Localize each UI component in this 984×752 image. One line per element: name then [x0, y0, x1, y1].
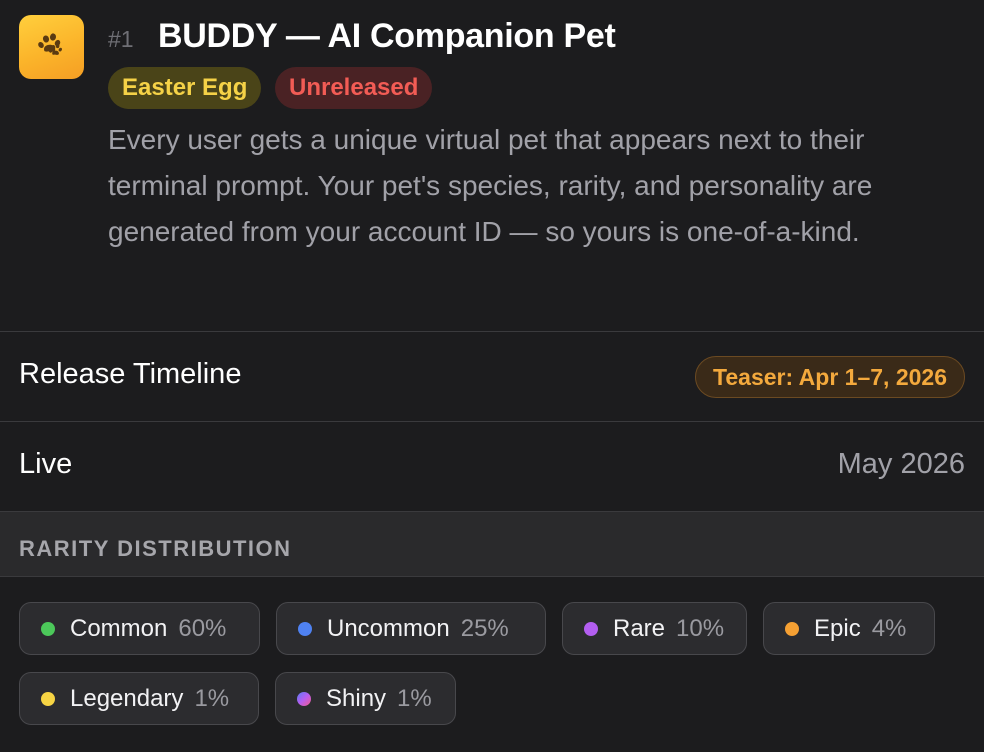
rarity-name: Rare — [613, 614, 666, 642]
rarity-name: Shiny — [326, 684, 387, 712]
rarity-percent: 25% — [460, 614, 509, 642]
app-icon — [19, 15, 84, 79]
teaser-date-badge: Teaser: Apr 1–7, 2026 — [695, 356, 965, 398]
release-timeline-label: Release Timeline — [19, 358, 242, 390]
rarity-chip-shiny: Shiny 1% — [275, 672, 456, 725]
shiny-dot-icon — [297, 691, 311, 706]
rare-dot-icon — [584, 621, 598, 636]
rarity-percent: 1% — [194, 684, 230, 712]
feature-rank: #1 — [108, 26, 134, 52]
unreleased-badge: Unreleased — [275, 67, 433, 109]
common-dot-icon — [41, 621, 55, 636]
feature-title: BUDDY — AI Companion Pet — [158, 17, 616, 55]
rarity-section-title: RARITY DISTRIBUTION — [19, 536, 292, 561]
paw-icon — [38, 33, 62, 55]
rarity-name: Epic — [814, 614, 861, 642]
release-timeline-row: Release Timeline Teaser: Apr 1–7, 2026 — [0, 332, 984, 422]
epic-dot-icon — [785, 621, 799, 636]
rarity-name: Common — [70, 614, 168, 642]
feature-description: Every user gets a unique virtual pet tha… — [108, 124, 873, 247]
rarity-percent: 1% — [397, 684, 432, 712]
feature-header: #1 BUDDY — AI Companion Pet Easter Egg U… — [0, 0, 984, 332]
rarity-chip-legendary: Legendary 1% — [19, 672, 259, 725]
rarity-chip-uncommon: Uncommon 25% — [276, 602, 546, 655]
live-row: Live May 2026 — [0, 422, 984, 512]
live-date: May 2026 — [837, 448, 965, 480]
rarity-percent: 4% — [871, 614, 907, 642]
rarity-chip-rare: Rare 10% — [562, 602, 747, 655]
legendary-dot-icon — [41, 691, 55, 706]
rarity-percent: 10% — [676, 614, 725, 642]
rarity-chip-common: Common 60% — [19, 602, 260, 655]
rarity-section-header: RARITY DISTRIBUTION — [0, 512, 984, 577]
rarity-percent: 60% — [178, 614, 227, 642]
rarity-chip-epic: Epic 4% — [763, 602, 935, 655]
rarity-name: Uncommon — [327, 614, 450, 642]
rarity-name: Legendary — [70, 684, 184, 712]
easter-egg-badge: Easter Egg — [108, 67, 262, 109]
live-label: Live — [19, 448, 73, 480]
uncommon-dot-icon — [298, 621, 312, 636]
